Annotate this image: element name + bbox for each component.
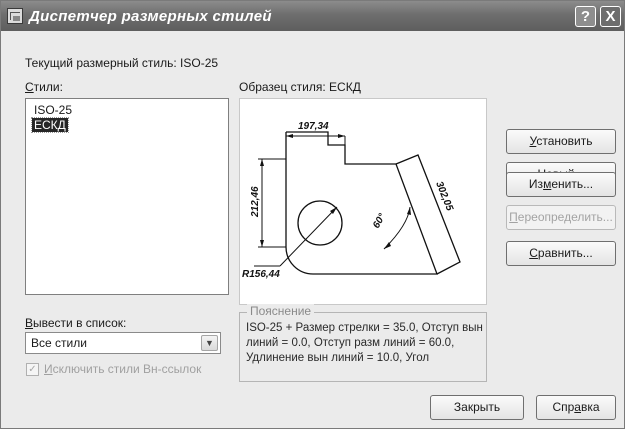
explanation-text: ISO-25 + Размер стрелки = 35.0, Отступ в… bbox=[246, 322, 483, 364]
close-button[interactable]: Закрыть bbox=[430, 395, 524, 420]
dim-left-text: 212,46 bbox=[250, 186, 261, 218]
list-filter-select[interactable]: Все стили ▼ bbox=[25, 332, 221, 354]
styles-list[interactable]: ISO-25 ЕСКД bbox=[25, 98, 229, 295]
current-style-label: Текущий размерный стиль: ISO-25 bbox=[25, 56, 219, 70]
window-title: Диспетчер размерных стилей bbox=[29, 8, 272, 25]
modify-button[interactable]: Изменить... bbox=[506, 172, 616, 197]
styles-label: Стили: bbox=[25, 80, 63, 94]
help-button-title[interactable]: ? bbox=[575, 6, 596, 27]
dim-radius-text: R156,44 bbox=[242, 269, 280, 280]
list-filter-value: Все стили bbox=[31, 336, 87, 350]
set-current-button[interactable]: Установить bbox=[506, 129, 616, 154]
dim-angle-text: 60° bbox=[371, 211, 389, 230]
exclude-xref-label: Исключить стили Вн-ссылок bbox=[44, 362, 202, 376]
dim-top-text: 197,34 bbox=[298, 121, 329, 132]
list-item-eskd[interactable]: ЕСКД bbox=[31, 117, 69, 133]
compare-button[interactable]: Сравнить... bbox=[506, 241, 616, 266]
override-button[interactable]: Переопределить... bbox=[506, 205, 616, 230]
close-window-button[interactable]: X bbox=[600, 6, 621, 27]
explanation-legend: Пояснение bbox=[247, 304, 315, 318]
list-item-iso25[interactable]: ISO-25 bbox=[32, 103, 74, 117]
title-bar[interactable]: Диспетчер размерных стилей ? X bbox=[1, 1, 624, 31]
list-filter-label: Вывести в список: bbox=[25, 316, 127, 330]
style-preview: 197,34 212,46 302,05 60° R156,44 bbox=[239, 98, 487, 305]
preview-drawing: 197,34 212,46 302,05 60° R156,44 bbox=[242, 121, 461, 280]
chevron-down-icon[interactable]: ▼ bbox=[201, 335, 218, 351]
exclude-xref-checkbox[interactable]: ✓ bbox=[26, 363, 39, 376]
help-button[interactable]: Справка bbox=[536, 395, 616, 420]
dim-right-text: 302,05 bbox=[433, 180, 455, 213]
dimension-style-manager-window: Диспетчер размерных стилей ? X Текущий р… bbox=[0, 0, 625, 429]
dimension-style-icon bbox=[7, 8, 23, 24]
preview-label: Образец стиля: ЕСКД bbox=[239, 80, 361, 94]
